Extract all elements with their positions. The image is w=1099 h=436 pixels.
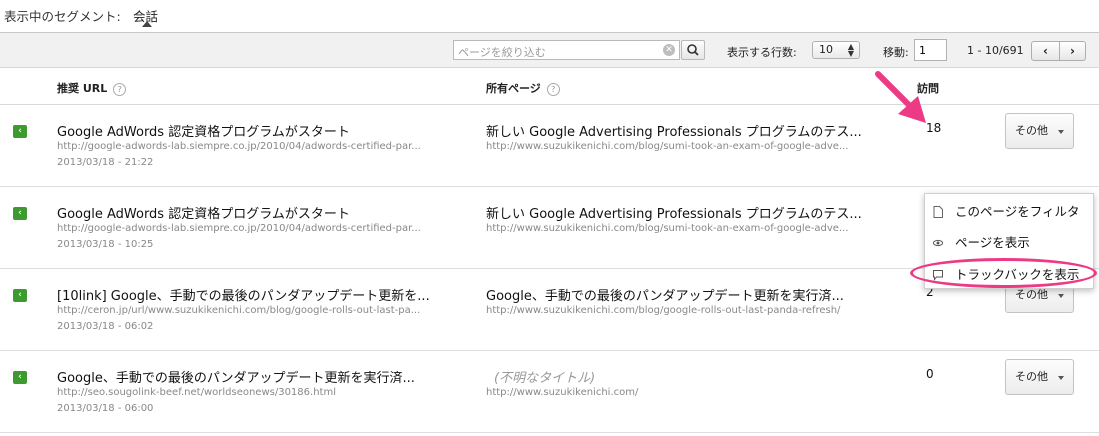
table-toolbar: ✕ 表示する行数: 10 ▲▼ 移動: 1 - 10/691 ‹ ›: [0, 32, 1099, 68]
rows-per-page-select[interactable]: 10 ▲ ▼: [812, 41, 860, 59]
next-page-button[interactable]: ›: [1059, 42, 1086, 60]
own-page-url[interactable]: http://www.suzukikenichi.com/: [486, 387, 638, 398]
menu-item-view-page[interactable]: ページを表示: [925, 231, 1095, 255]
pager: ‹ ›: [1031, 41, 1086, 61]
move-input[interactable]: [914, 39, 947, 61]
range-text: 1 - 10/691: [967, 44, 1024, 57]
referrer-url[interactable]: http://seo.sougolink-beef.net/worldseone…: [57, 387, 336, 398]
more-button[interactable]: その他: [1005, 113, 1074, 149]
column-header-label: 所有ページ: [486, 82, 541, 95]
own-page-title: (不明なタイトル): [494, 371, 596, 386]
rows-label: 表示する行数:: [727, 46, 797, 59]
referrer-url[interactable]: http://google-adwords-lab.siempre.co.jp/…: [57, 223, 421, 234]
referrer-date: 2013/03/18 - 06:02: [57, 321, 154, 332]
referrer-date: 2013/03/18 - 06:00: [57, 403, 154, 414]
backlink-icon: ‹: [13, 125, 27, 138]
segment-label: 表示中のセグメント:: [4, 9, 121, 24]
help-icon[interactable]: ?: [113, 82, 127, 96]
referrer-date: 2013/03/18 - 10:25: [57, 239, 154, 250]
referrer-url[interactable]: http://google-adwords-lab.siempre.co.jp/…: [57, 141, 421, 152]
own-page-title[interactable]: 新しい Google Advertising Professionals プログ…: [486, 121, 862, 140]
backlink-icon: ‹: [13, 371, 27, 384]
move-label: 移動:: [883, 46, 909, 59]
own-page-title[interactable]: 新しい Google Advertising Professionals プログ…: [486, 203, 862, 222]
eye-icon: [933, 239, 943, 247]
more-button[interactable]: その他: [1005, 359, 1074, 395]
select-arrows-icon: ▲ ▼: [847, 42, 854, 58]
segment-caret-icon: [142, 21, 152, 27]
table-row: ‹ Google、手動での最後のパンダアップデート更新を実行済... http:…: [0, 351, 1099, 433]
backlink-icon: ‹: [13, 289, 27, 302]
referrer-title[interactable]: Google、手動での最後のパンダアップデート更新を実行済...: [57, 367, 415, 386]
more-label: その他: [1015, 124, 1048, 137]
backlink-icon: ‹: [13, 207, 27, 220]
filter-input[interactable]: [454, 43, 658, 62]
caret-down-icon: [1058, 294, 1064, 298]
referrer-url[interactable]: http://ceron.jp/url/www.suzukikenichi.co…: [57, 305, 420, 316]
highlight-oval: [910, 258, 1097, 288]
caret-down-icon: [1058, 130, 1064, 134]
caret-down-icon: [1058, 376, 1064, 380]
own-page-title[interactable]: Google、手動での最後のパンダアップデート更新を実行済...: [486, 285, 844, 304]
filter-box: ✕: [453, 40, 680, 62]
referrer-date: 2013/03/18 - 21:22: [57, 157, 154, 168]
page-icon: [933, 206, 943, 218]
menu-item-filter-page[interactable]: このページをフィルタ: [925, 200, 1095, 224]
referrer-title[interactable]: [10link] Google、手動での最後のパンダアップデート更新を...: [57, 285, 430, 304]
search-button[interactable]: [681, 40, 705, 60]
more-label: その他: [1015, 370, 1048, 383]
segment-bar: 表示中のセグメント: 会話: [0, 0, 1099, 32]
own-page-url[interactable]: http://www.suzukikenichi.com/blog/sumi-t…: [486, 141, 848, 152]
column-header-label: 推奨 URL: [57, 82, 108, 95]
visits-count: 0: [926, 367, 934, 381]
help-icon[interactable]: ?: [546, 82, 560, 96]
own-page-url[interactable]: http://www.suzukikenichi.com/blog/sumi-t…: [486, 223, 848, 234]
menu-item-label: このページをフィルタ: [955, 204, 1080, 219]
menu-item-label: ページを表示: [955, 235, 1030, 250]
clear-icon[interactable]: ✕: [663, 44, 675, 56]
own-page-url[interactable]: http://www.suzukikenichi.com/blog/google…: [486, 305, 840, 316]
referrer-title[interactable]: Google AdWords 認定資格プログラムがスタート: [57, 203, 350, 222]
search-icon: [687, 44, 699, 56]
rows-value: 10: [819, 43, 833, 56]
column-header-referring-url[interactable]: 推奨 URL?: [57, 80, 127, 96]
referrer-title[interactable]: Google AdWords 認定資格プログラムがスタート: [57, 121, 350, 140]
annotation-arrow-icon: [875, 71, 926, 123]
column-header-own-page[interactable]: 所有ページ?: [486, 80, 560, 96]
more-label: その他: [1015, 288, 1048, 301]
prev-page-button[interactable]: ‹: [1032, 42, 1060, 60]
